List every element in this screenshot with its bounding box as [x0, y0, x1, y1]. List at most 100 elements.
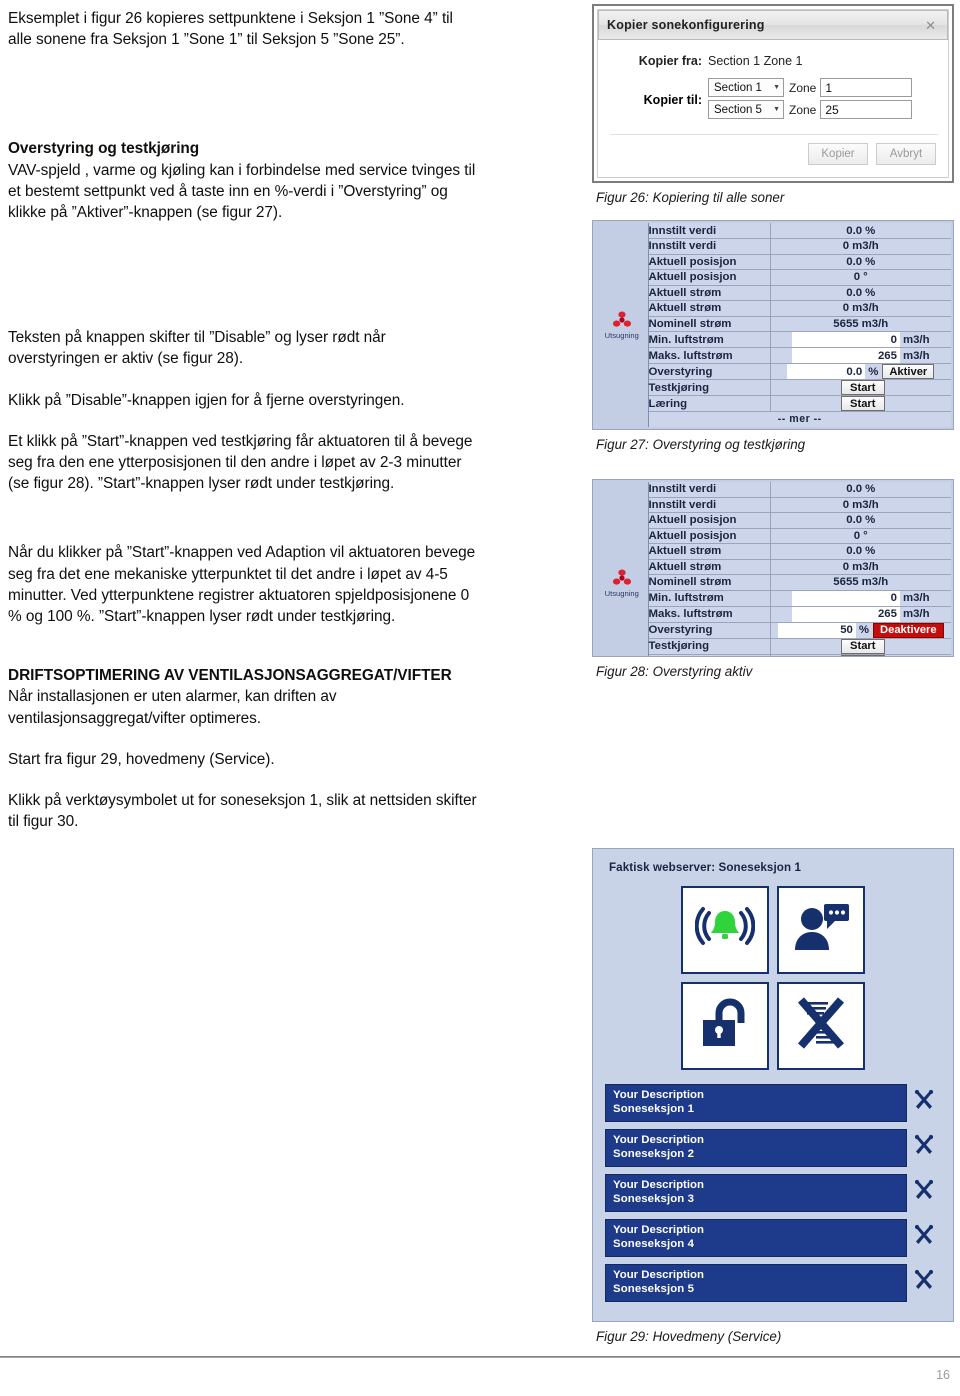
- row-label: Læring: [648, 654, 771, 656]
- value-unit: %: [858, 624, 870, 636]
- copy-button[interactable]: Kopier: [808, 143, 868, 165]
- row-value: 0 °: [770, 528, 951, 544]
- zone-description: Your Description: [613, 1088, 704, 1101]
- more-label[interactable]: -- mer --: [648, 411, 951, 427]
- status-table-27: Utsugning Innstilt verdi 0.0% Innstilt verd…: [596, 223, 951, 427]
- value-input[interactable]: 0: [791, 332, 900, 347]
- row-value[interactable]: Start: [770, 654, 951, 656]
- value-text: 0: [842, 560, 850, 573]
- more-row[interactable]: -- mer --: [596, 411, 951, 427]
- disable-block: Teksten på knappen skifter til ”Disable”…: [8, 327, 478, 494]
- fan-icon: [596, 568, 648, 588]
- row-action-button[interactable]: Aktiver: [882, 364, 935, 379]
- row-action-button[interactable]: Start: [840, 638, 885, 654]
- row-label: Aktuell posisjon: [648, 528, 771, 544]
- value-text: 5655: [833, 317, 859, 330]
- figure-27-table: Utsugning Innstilt verdi 0.0% Innstilt verd…: [592, 220, 954, 430]
- zone-section-button[interactable]: Your Description Soneseksjon 3: [605, 1173, 907, 1212]
- figure-28-caption: Figur 28: Overstyring aktiv: [596, 663, 753, 679]
- row-action-button[interactable]: Start: [840, 654, 885, 656]
- para-disable-again: Klikk på ”Disable”-knappen igjen for å f…: [8, 391, 405, 409]
- row-value[interactable]: 0 m3/h: [770, 590, 951, 607]
- zone-input-start[interactable]: 1: [820, 78, 913, 97]
- device-cell: Utsugning: [596, 223, 649, 427]
- table-row: Min. luftstrøm 0 m3/h: [596, 331, 951, 348]
- row-label: Innstilt verdi: [648, 223, 771, 239]
- row-label: Maks. luftstrøm: [648, 606, 771, 623]
- table-row: Aktuell posisjon 0 °: [596, 269, 951, 286]
- value-text: 0: [842, 302, 850, 315]
- close-icon[interactable]: ✕: [922, 19, 939, 32]
- adaption-block: Når du klikker på ”Start”-knappen ved Ad…: [8, 542, 478, 627]
- value-unit: m3/h: [852, 302, 879, 315]
- section-select-start[interactable]: Section 1 ▼: [708, 78, 784, 97]
- page-number: 16: [936, 1368, 950, 1382]
- value-unit: m3/h: [861, 576, 889, 589]
- intro-block: Eksemplet i figur 26 kopieres settpunkte…: [8, 8, 478, 50]
- table-row: Overstyring 50% Deaktivere: [596, 622, 951, 639]
- value-input[interactable]: 265: [791, 606, 900, 622]
- section-select-end[interactable]: Section 5 ▼: [708, 100, 784, 119]
- wrench-tool-icon[interactable]: [907, 1088, 941, 1117]
- lock-tile[interactable]: [681, 981, 769, 1070]
- row-value[interactable]: 265 m3/h: [770, 606, 951, 623]
- list-item: Your Description Soneseksjon 3: [605, 1173, 941, 1212]
- copy-to-line-from: Section 1 ▼ Zone 1: [708, 78, 913, 97]
- zone-description: Your Description: [613, 1223, 704, 1236]
- wrench-tool-icon[interactable]: [907, 1178, 941, 1207]
- para-click-tool: Klikk på verktøysymbolet ut for soneseks…: [8, 792, 477, 831]
- para-drift: Når installasjonen er uten alarmer, kan …: [8, 688, 337, 727]
- webserver-header: Faktisk webserver: Soneseksjon 1: [609, 860, 802, 874]
- row-value[interactable]: 265 m3/h: [770, 347, 951, 364]
- wrench-tool-icon[interactable]: [907, 1133, 941, 1162]
- table-row: Maks. luftstrøm 265 m3/h: [596, 347, 951, 364]
- wrench-tool-icon[interactable]: [907, 1223, 941, 1252]
- zone-section-button[interactable]: Your Description Soneseksjon 2: [605, 1128, 907, 1167]
- footer-divider: [0, 1356, 960, 1358]
- figure-26-dialog: Kopier sonekonfigurering ✕ Kopier fra: S…: [592, 4, 954, 183]
- zone-section-button[interactable]: Your Description Soneseksjon 1: [605, 1083, 907, 1122]
- table-row: Maks. luftstrøm 265 m3/h: [596, 606, 951, 623]
- device-cell: Utsugning: [596, 481, 649, 656]
- wrench-tool-icon[interactable]: [907, 1268, 941, 1297]
- device-label: Utsugning: [604, 589, 639, 599]
- device-label: Utsugning: [604, 330, 639, 340]
- user-message-icon: [791, 902, 851, 957]
- figure-29-caption: Figur 29: Hovedmeny (Service): [596, 1328, 782, 1344]
- value-text: 0.0: [846, 286, 863, 299]
- copy-from-value: Section 1 Zone 1: [708, 54, 803, 68]
- graph-tile[interactable]: [777, 981, 865, 1070]
- row-action-button[interactable]: Deaktivere: [873, 622, 944, 638]
- value-input[interactable]: 50: [777, 622, 856, 638]
- value-unit: m3/h: [902, 592, 930, 604]
- row-value[interactable]: 0 m3/h: [770, 331, 951, 348]
- row-value[interactable]: Start: [770, 379, 951, 396]
- row-value[interactable]: 50% Deaktivere: [770, 622, 951, 639]
- value-input[interactable]: 0.0: [787, 364, 866, 379]
- table-row: Min. luftstrøm 0 m3/h: [596, 590, 951, 607]
- user-message-tile[interactable]: [777, 885, 865, 974]
- row-value[interactable]: Start: [770, 638, 951, 655]
- zone-section-button[interactable]: Your Description Soneseksjon 5: [605, 1263, 907, 1302]
- row-value[interactable]: 0.0% Aktiver: [770, 363, 951, 380]
- value-input[interactable]: 265: [791, 348, 900, 363]
- row-value: 0 m3/h: [770, 497, 951, 513]
- zone-section-button[interactable]: Your Description Soneseksjon 4: [605, 1218, 907, 1257]
- value-text: 5655: [833, 576, 859, 589]
- value-text: 0.0: [846, 483, 863, 495]
- row-label: Overstyring: [648, 363, 771, 380]
- value-unit: %: [865, 483, 876, 495]
- zone-input-end[interactable]: 25: [820, 100, 913, 119]
- row-value[interactable]: Start: [770, 395, 951, 412]
- copy-to-fields: Section 1 ▼ Zone 1 Section 5 ▼ Zone 25: [708, 78, 913, 122]
- row-value: 5655 m3/h: [770, 574, 951, 591]
- cancel-button[interactable]: Avbryt: [876, 143, 936, 165]
- value-input[interactable]: 0: [791, 590, 900, 606]
- row-label: Overstyring: [648, 622, 771, 639]
- list-item: Your Description Soneseksjon 1: [605, 1083, 941, 1122]
- row-action-button[interactable]: Start: [840, 396, 885, 411]
- row-action-button[interactable]: Start: [840, 380, 885, 395]
- alarm-tile[interactable]: [681, 885, 769, 974]
- row-label: Innstilt verdi: [648, 497, 771, 513]
- intro-paragraph: Eksemplet i figur 26 kopieres settpunkte…: [8, 10, 453, 49]
